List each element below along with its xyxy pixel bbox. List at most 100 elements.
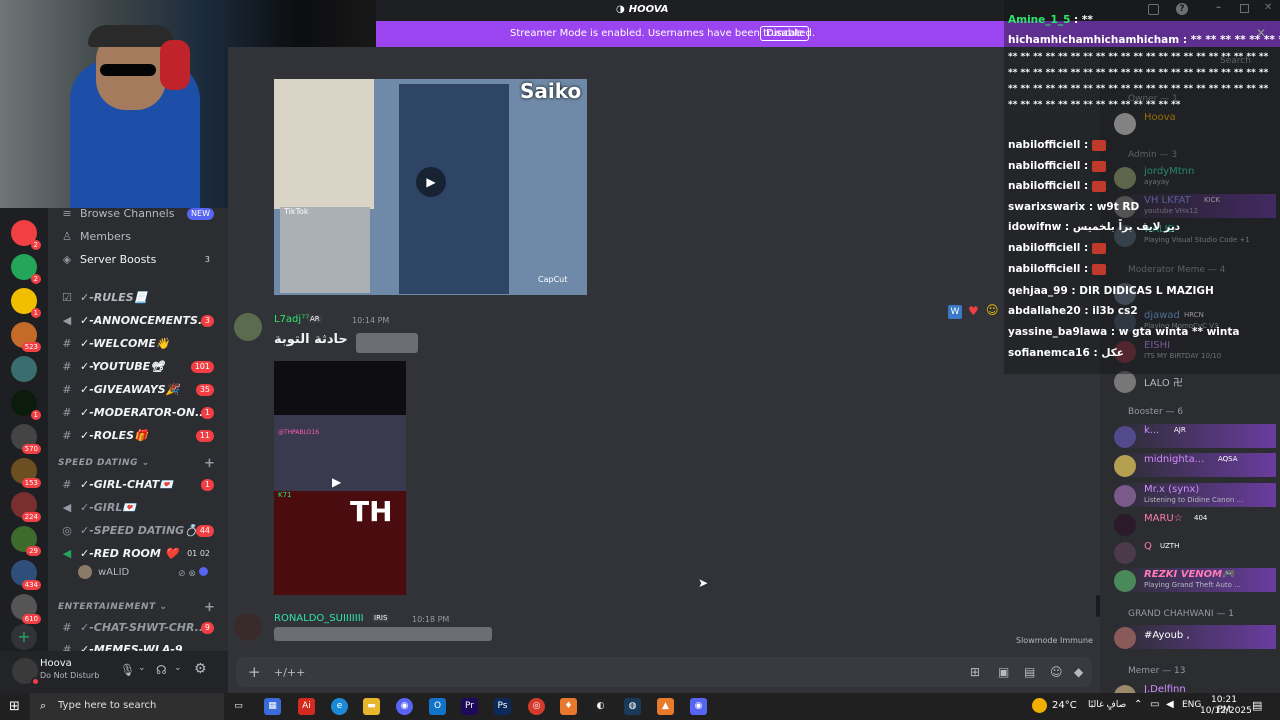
photoshop-icon[interactable]: Ps bbox=[494, 698, 511, 715]
network-icon[interactable]: ▭ bbox=[1150, 699, 1159, 710]
taskbar-search[interactable]: ⌕ Type here to search bbox=[30, 693, 224, 720]
member-group-header: Memer — 13 bbox=[1128, 666, 1186, 676]
microphone-icon[interactable]: 🎙 bbox=[120, 663, 135, 677]
stage-channel-speed-dating[interactable]: ◎ ✓-SPEED DATING💍 44 bbox=[52, 521, 222, 541]
server-icon[interactable] bbox=[11, 356, 37, 382]
headphones-icon[interactable]: ☊ bbox=[156, 663, 167, 677]
server-icon[interactable]: 610 bbox=[11, 594, 41, 624]
emoji-icon[interactable]: ☺ bbox=[1050, 665, 1063, 679]
gift-icon[interactable]: ⊞ bbox=[970, 665, 980, 679]
laugh-reaction-icon[interactable]: ☺ bbox=[986, 303, 999, 317]
weather-icon[interactable] bbox=[1032, 698, 1047, 713]
category-entertainement[interactable]: ENTERTAINEMENT ⌄ + bbox=[58, 600, 215, 615]
channel-welcome[interactable]: # ✓-WELCOME👋 bbox=[52, 334, 222, 354]
server-icon[interactable]: 224 bbox=[11, 492, 41, 522]
notification-icon[interactable]: ▤ bbox=[1252, 699, 1262, 712]
channel-announcements[interactable]: ◀ ✓-ANNONCEMENTS... 3 bbox=[52, 311, 222, 331]
member-item[interactable]: #Ayoub , bbox=[1114, 625, 1276, 649]
add-server-icon[interactable]: + bbox=[11, 624, 37, 650]
heart-reaction-icon[interactable]: ♥ bbox=[968, 304, 979, 318]
member-item[interactable]: MARU☆ 404 bbox=[1114, 512, 1276, 536]
overlay-message: ** ** ** ** ** ** ** ** ** ** ** ** ** *… bbox=[1008, 100, 1181, 110]
obs-icon[interactable]: ◐ bbox=[592, 698, 609, 715]
speaker-icon: ◀ bbox=[62, 501, 72, 514]
browse-channels[interactable]: ≡ Browse Channels NEW bbox=[52, 208, 222, 224]
clock-date[interactable]: 10/12/2025 bbox=[1200, 706, 1252, 716]
kick-server-icon[interactable]: 1 bbox=[11, 390, 41, 420]
avatar[interactable] bbox=[234, 613, 262, 641]
member-item[interactable]: midnighta... AQSA bbox=[1114, 453, 1276, 477]
task-view-icon[interactable]: ▭ bbox=[230, 698, 247, 715]
message-input[interactable]: + +/++ ⊞ ▣ ▤ ☺ ◆ bbox=[236, 657, 1092, 687]
server-icon[interactable]: 29 bbox=[11, 526, 41, 556]
spoiler-block[interactable] bbox=[274, 627, 492, 641]
volume-icon[interactable]: ◀ bbox=[1166, 699, 1174, 710]
store-icon[interactable]: ▦ bbox=[264, 698, 281, 715]
language-indicator[interactable]: ENG bbox=[1182, 700, 1201, 710]
channel-youtube[interactable]: # ✓-YOUTUBE📽 101 bbox=[52, 357, 222, 377]
tray-chevron-icon[interactable]: ⌃ bbox=[1134, 699, 1142, 710]
server-icon[interactable]: 1 bbox=[11, 288, 41, 318]
member-item[interactable]: J.Delfinn bbox=[1114, 683, 1276, 693]
video-attachment[interactable]: @THPABLO16 K71 TH ▶ bbox=[274, 361, 406, 595]
apps-icon[interactable]: ◆ bbox=[1074, 665, 1083, 679]
video-caption: TH bbox=[350, 495, 393, 528]
channel-label: ✓-RULES📃 bbox=[80, 291, 148, 304]
discord-taskbar-icon[interactable]: ◉ bbox=[396, 698, 413, 715]
w-reaction-icon[interactable]: W bbox=[948, 305, 962, 319]
chevron-down-icon[interactable]: ⌄ bbox=[174, 663, 182, 673]
server-boosts-link[interactable]: ◈ Server Boosts 3 bbox=[52, 250, 222, 270]
windows-start-icon[interactable]: ⊞ bbox=[6, 698, 23, 715]
sticker-icon[interactable]: ▤ bbox=[1024, 665, 1035, 679]
illustrator-icon[interactable]: Ai bbox=[298, 698, 315, 715]
add-attachment-icon[interactable]: + bbox=[248, 663, 261, 681]
server-icon[interactable]: 523 bbox=[11, 322, 41, 352]
channel-girl-chat[interactable]: # ✓-GIRL-CHAT💌 1 bbox=[52, 475, 222, 495]
channel-chat[interactable]: # ✓-CHAT-SHWT-CHR... 9 bbox=[52, 618, 222, 638]
channel-moderator[interactable]: # ✓-MODERATOR-ON... 1 bbox=[52, 403, 222, 423]
edge-icon[interactable]: e bbox=[331, 698, 348, 715]
voice-channel-red-room[interactable]: ◀ ✓-RED ROOM ❤️ 01 02 bbox=[52, 544, 222, 564]
message-author[interactable]: L7adj⁷⁷ bbox=[274, 314, 309, 325]
play-icon[interactable]: ▶ bbox=[332, 475, 341, 489]
server-icon[interactable]: 153 bbox=[11, 458, 41, 488]
server-icon[interactable]: 2 bbox=[11, 220, 41, 250]
premiere-icon[interactable]: Pr bbox=[461, 698, 478, 715]
channel-giveaways[interactable]: # ✓-GIVEAWAYS🎉 35 bbox=[52, 380, 222, 400]
member-name: midnighta... bbox=[1144, 454, 1205, 465]
chevron-down-icon[interactable]: ⌄ bbox=[138, 663, 146, 673]
outlook-icon[interactable]: O bbox=[429, 698, 446, 715]
member-item[interactable]: REZKI VENOM🎮 Playing Grand Theft Auto ... bbox=[1114, 568, 1276, 592]
app-icon[interactable]: ▲ bbox=[657, 698, 674, 715]
add-channel-icon[interactable]: + bbox=[204, 456, 215, 471]
member-item[interactable]: Q UZTH bbox=[1114, 540, 1276, 564]
channel-memes[interactable]: # ✓-MEMES-WLA-9... bbox=[52, 640, 222, 651]
overlay-text: w gta winta ** winta bbox=[1118, 326, 1240, 338]
channel-roles[interactable]: # ✓-ROLES🎁 11 bbox=[52, 426, 222, 446]
disable-button[interactable]: Disable bbox=[760, 26, 810, 41]
voice-channel-girl[interactable]: ◀ ✓-GIRL💌 bbox=[52, 498, 222, 518]
steam-icon[interactable]: ◍ bbox=[624, 698, 641, 715]
server-icon[interactable]: 570 bbox=[11, 424, 41, 454]
video-attachment[interactable]: Saiko ▶ TikTok CapCut bbox=[274, 79, 587, 295]
channel-rules[interactable]: ☑ ✓-RULES📃 bbox=[52, 288, 222, 308]
message-author[interactable]: RONALDO_SUIIIIIII bbox=[274, 613, 364, 624]
gif-icon[interactable]: ▣ bbox=[998, 665, 1009, 679]
category-speed-dating[interactable]: SPEED DATING ⌄ + bbox=[58, 456, 215, 471]
member-item[interactable]: Mr.x (synx) Listening to Didine Canon ... bbox=[1114, 483, 1276, 507]
server-icon[interactable]: 434 bbox=[11, 560, 41, 590]
app-icon[interactable]: ♦ bbox=[560, 698, 577, 715]
file-explorer-icon[interactable]: ▬ bbox=[363, 698, 380, 715]
play-icon[interactable]: ▶ bbox=[416, 167, 446, 197]
members-link[interactable]: ♙ Members bbox=[52, 227, 222, 247]
gear-icon[interactable]: ⚙ bbox=[194, 661, 207, 677]
add-channel-icon[interactable]: + bbox=[204, 600, 215, 615]
spoiler-block[interactable] bbox=[356, 333, 418, 353]
server-icon[interactable]: 2 bbox=[11, 254, 41, 284]
avatar[interactable] bbox=[234, 313, 262, 341]
member-item[interactable]: k... AJR bbox=[1114, 424, 1276, 448]
voice-user-name[interactable]: wALID bbox=[98, 567, 129, 578]
overlay-text: ** bbox=[1081, 14, 1093, 26]
chrome-icon[interactable]: ◎ bbox=[528, 698, 545, 715]
discord-icon[interactable]: ◉ bbox=[690, 698, 707, 715]
